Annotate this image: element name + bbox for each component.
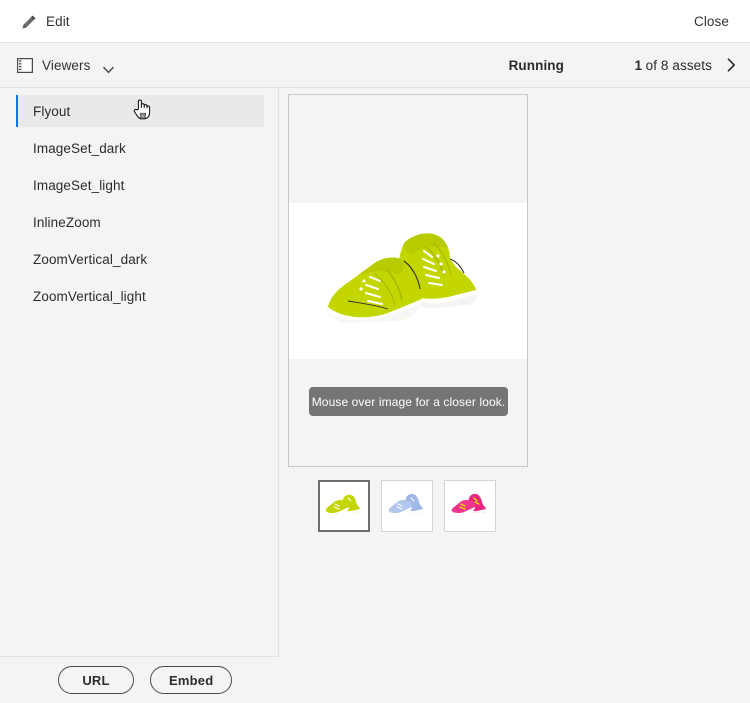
sidebar-item-flyout[interactable]: Flyout — [16, 95, 264, 127]
hover-hint-text: Mouse over image for a closer look. — [311, 394, 506, 409]
next-asset-button[interactable] — [727, 43, 736, 87]
viewer-presets-app: Edit Close Viewers Running 1 of 8 assets… — [0, 0, 750, 703]
hover-hint-tooltip: Mouse over image for a closer look. — [309, 387, 508, 416]
close-button[interactable]: Close — [694, 0, 729, 43]
pencil-icon — [21, 14, 37, 30]
sidebar-item-zoomvertical-dark[interactable]: ZoomVertical_dark — [16, 243, 264, 275]
thumbnail-strip — [318, 480, 496, 532]
sidebar-item-inlinezoom[interactable]: InlineZoom — [16, 206, 264, 238]
thumbnail-green-shoes-image — [324, 489, 364, 524]
viewer-stage[interactable]: Mouse over image for a closer look. — [288, 94, 528, 467]
sidebar-item-imageset-light[interactable]: ImageSet_light — [16, 169, 264, 201]
asset-counter[interactable]: 1 of 8 assets — [635, 43, 713, 87]
edit-label: Edit — [46, 14, 70, 29]
url-button[interactable]: URL — [58, 666, 134, 694]
thumbnail-blue-shoes-image — [387, 489, 427, 524]
preview-panel: Mouse over image for a closer look. — [280, 88, 750, 703]
top-bar: Edit Close — [0, 0, 750, 43]
edit-button[interactable]: Edit — [21, 0, 70, 43]
asset-total-label: of 8 assets — [645, 57, 712, 73]
chevron-down-icon[interactable] — [103, 61, 115, 74]
sidebar-item-zoomvertical-light[interactable]: ZoomVertical_light — [16, 280, 264, 312]
viewers-dropdown[interactable]: Viewers — [17, 43, 115, 87]
thumbnail-pink-shoes-image — [450, 489, 490, 524]
sidebar-item-imageset-dark[interactable]: ImageSet_dark — [16, 132, 264, 164]
sub-bar: Viewers Running 1 of 8 assets — [0, 43, 750, 88]
main-image-green-shoes — [308, 209, 508, 354]
thumbnail-blue-shoes[interactable] — [381, 480, 433, 532]
sidebar-footer: URL Embed — [0, 656, 279, 703]
viewers-label: Viewers — [42, 57, 91, 73]
sidebar-item-label: Flyout — [33, 103, 71, 119]
chevron-right-icon — [727, 58, 736, 72]
status-badge: Running — [508, 57, 564, 73]
thumbnail-green-shoes[interactable] — [318, 480, 370, 532]
viewer-presets-list: Flyout ImageSet_dark ImageSet_light Inli… — [0, 95, 278, 312]
asset-current-index: 1 — [634, 57, 643, 73]
main-image-container[interactable] — [289, 203, 527, 359]
sidebar-item-label: InlineZoom — [33, 214, 101, 230]
thumbnail-pink-shoes[interactable] — [444, 480, 496, 532]
sidebar-item-label: ImageSet_dark — [33, 140, 126, 156]
sidebar-item-label: ZoomVertical_light — [33, 288, 146, 304]
sidebar-item-label: ImageSet_light — [33, 177, 125, 193]
embed-button[interactable]: Embed — [150, 666, 233, 694]
panel-layout-icon — [17, 57, 34, 73]
sidebar-item-label: ZoomVertical_dark — [33, 251, 148, 267]
viewer-presets-sidebar: Flyout ImageSet_dark ImageSet_light Inli… — [0, 88, 279, 703]
